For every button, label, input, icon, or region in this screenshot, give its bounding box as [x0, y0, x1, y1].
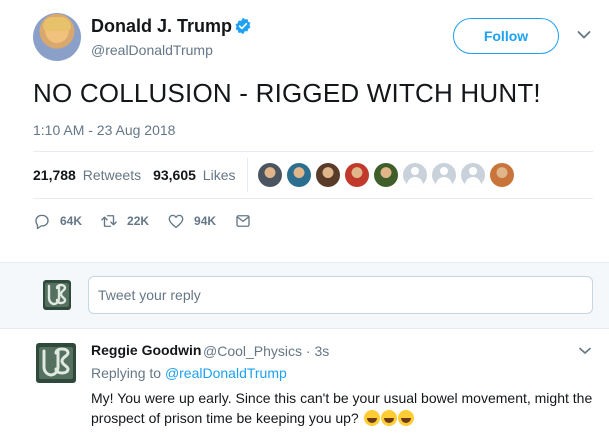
liker-avatar[interactable]	[374, 163, 399, 187]
commenter-handle-time[interactable]: @Cool_Physics · 3s	[203, 343, 329, 359]
replying-to-link[interactable]: @realDonaldTrump	[165, 365, 287, 381]
retweet-icon	[101, 215, 117, 227]
author-display-name[interactable]: Donald J. Trump	[91, 16, 232, 37]
direct-message-action[interactable]	[234, 212, 252, 230]
liker-avatar[interactable]	[490, 163, 515, 187]
liker-avatar[interactable]	[258, 163, 283, 187]
retweet-count: 22K	[127, 214, 150, 228]
tweet-actions: 64K 22K 94K	[33, 208, 270, 234]
reply-icon	[35, 214, 49, 230]
stats-separator	[247, 158, 249, 192]
chevron-down-icon[interactable]	[579, 347, 591, 355]
author-avatar[interactable]	[33, 13, 81, 61]
replying-prefix: Replying to	[91, 365, 162, 381]
reply-composer: Tweet your reply	[0, 262, 609, 329]
liker-avatar[interactable]	[316, 163, 341, 187]
tweet-card: Donald J. Trump @realDonaldTrump Follow …	[0, 0, 609, 262]
reply-input[interactable]: Tweet your reply	[88, 276, 593, 314]
retweets-count: 21,788	[33, 167, 76, 183]
rolling-laughing-emoji	[380, 410, 397, 426]
likes-stat[interactable]: 93,605 Likes	[153, 167, 235, 183]
rolling-laughing-emoji	[397, 410, 414, 426]
retweet-action[interactable]: 22K	[100, 212, 149, 230]
reply-text-body: My! You were up early. Since this can't …	[91, 390, 593, 426]
retweets-label: Retweets	[82, 167, 142, 183]
likers-avatars	[258, 163, 519, 187]
tweet-stats: 21,788 Retweets 93,605 Likes	[33, 158, 593, 192]
tweet-text: NO COLLUSION - RIGGED WITCH HUNT!	[33, 78, 541, 108]
commenter-avatar-icon[interactable]	[36, 343, 76, 383]
rolling-laughing-emoji	[363, 410, 380, 426]
reply-action[interactable]: 64K	[33, 212, 82, 230]
liker-avatar[interactable]	[461, 163, 486, 187]
liker-avatar[interactable]	[403, 163, 428, 187]
liker-avatar[interactable]	[287, 163, 312, 187]
divider	[33, 151, 593, 152]
verified-badge-icon	[235, 17, 251, 35]
tweet-timestamp[interactable]: 1:10 AM - 23 Aug 2018	[33, 122, 175, 138]
user-avatar-icon[interactable]	[43, 280, 71, 310]
retweets-stat[interactable]: 21,788 Retweets	[33, 167, 141, 183]
chevron-down-icon[interactable]	[577, 30, 591, 40]
reply-text: My! You were up early. Since this can't …	[91, 388, 601, 428]
liker-avatar[interactable]	[345, 163, 370, 187]
replying-to: Replying to @realDonaldTrump	[91, 365, 287, 381]
follow-button[interactable]: Follow	[453, 18, 559, 54]
likes-count: 93,605	[153, 167, 196, 183]
commenter-name[interactable]: Reggie Goodwin	[91, 342, 201, 358]
like-count: 94K	[194, 214, 217, 228]
message-icon	[236, 215, 250, 227]
divider	[33, 198, 593, 199]
author-handle[interactable]: @realDonaldTrump	[91, 42, 213, 58]
reply-tweet[interactable]: Reggie Goodwin @Cool_Physics · 3s Replyi…	[0, 329, 609, 437]
emoji-group	[363, 410, 414, 426]
heart-icon	[168, 214, 184, 229]
like-action[interactable]: 94K	[167, 212, 216, 230]
liker-avatar[interactable]	[432, 163, 457, 187]
likes-label: Likes	[202, 167, 236, 183]
reply-count: 64K	[60, 214, 83, 228]
